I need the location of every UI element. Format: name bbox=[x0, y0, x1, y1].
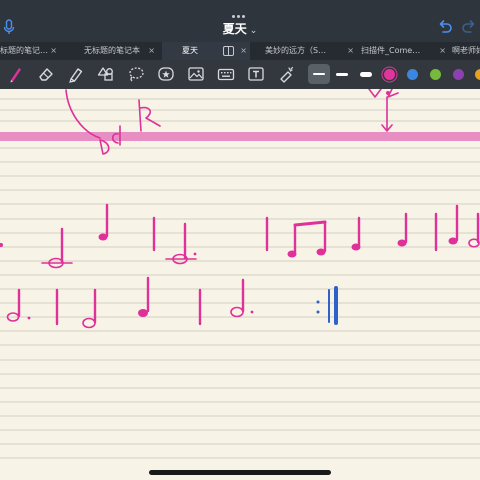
color-swatch-purple[interactable] bbox=[453, 69, 464, 80]
multitasking-handle[interactable] bbox=[232, 3, 248, 18]
tab-close-icon[interactable]: × bbox=[240, 42, 247, 60]
highlighter-icon[interactable] bbox=[66, 64, 86, 84]
thickness-medium[interactable] bbox=[331, 64, 353, 84]
ink-letter-d bbox=[99, 139, 110, 155]
home-indicator[interactable] bbox=[149, 470, 331, 475]
image-icon[interactable] bbox=[186, 64, 206, 84]
dotted-half-note-partial bbox=[6, 288, 31, 322]
split-view-icon[interactable] bbox=[223, 46, 234, 56]
half-note-with-ledger bbox=[41, 227, 73, 269]
tab-label: 标题的笔记… bbox=[0, 46, 48, 55]
eraser-icon[interactable] bbox=[36, 64, 56, 84]
thickness-thin[interactable] bbox=[308, 64, 330, 84]
tab-close-icon[interactable]: × bbox=[439, 42, 446, 60]
ink-letter-r bbox=[138, 99, 161, 132]
tab-bar: 标题的笔记… × 无标题的笔记本 × 夏天 × 美妙的远方（S… × 扫描件_C… bbox=[0, 42, 480, 60]
quarter-note bbox=[138, 276, 150, 317]
ink-arrow-marks bbox=[368, 89, 399, 98]
redo-icon[interactable] bbox=[460, 18, 478, 36]
goodnotes-app: 夏天⌄ 标题的笔记… × 无标题的笔记本 × 夏天 × 美妙的远方（S… × bbox=[0, 0, 480, 480]
ink-arrow-down bbox=[381, 96, 393, 132]
tab-label: 无标题的笔记本 bbox=[84, 46, 140, 55]
laser-pointer-icon[interactable] bbox=[276, 64, 296, 84]
quarter-note bbox=[351, 216, 361, 251]
highlight-band bbox=[0, 132, 480, 141]
note-page-canvas[interactable] bbox=[0, 89, 480, 480]
tab-teacher-hello[interactable]: 啊老师好 bbox=[446, 42, 480, 60]
thickness-thick[interactable] bbox=[355, 64, 377, 84]
color-swatch-green[interactable] bbox=[430, 69, 441, 80]
lasso-icon[interactable] bbox=[126, 64, 146, 84]
tab-label: 啊老师好 bbox=[452, 46, 480, 55]
pen-icon[interactable] bbox=[6, 64, 26, 84]
eighth-note-pair bbox=[287, 220, 327, 258]
quarter-note bbox=[98, 203, 109, 241]
color-swatch-pink[interactable] bbox=[384, 69, 395, 80]
tab-beautiful-distance[interactable]: 美妙的远方（S… × bbox=[259, 42, 357, 60]
dotted-half-note bbox=[230, 278, 254, 318]
tab-close-icon[interactable]: × bbox=[148, 42, 155, 60]
note-head-partial bbox=[0, 243, 3, 247]
title-bar: 夏天 ⌄ bbox=[0, 0, 480, 42]
quarter-note bbox=[448, 204, 459, 245]
tab-close-icon[interactable]: × bbox=[347, 42, 354, 60]
tab-label: 扫描件_Come… bbox=[361, 46, 421, 55]
keyboard-icon[interactable] bbox=[216, 64, 236, 84]
repeat-sign bbox=[316, 286, 338, 325]
undo-icon[interactable] bbox=[436, 18, 454, 36]
tab-notebook-2[interactable]: 无标题的笔记本 × bbox=[78, 42, 158, 60]
handwritten-music-notes bbox=[0, 203, 480, 329]
chevron-down-icon: ⌄ bbox=[249, 26, 258, 36]
tab-close-icon[interactable]: × bbox=[50, 42, 57, 60]
document-title-text: 夏天 bbox=[222, 22, 247, 36]
tab-scan-come[interactable]: 扫描件_Come… × bbox=[355, 42, 449, 60]
sticker-icon[interactable] bbox=[156, 64, 176, 84]
tab-notebook-1[interactable]: 标题的笔记… × bbox=[0, 42, 60, 60]
half-note bbox=[82, 288, 97, 329]
document-title[interactable]: 夏天 ⌄ bbox=[0, 20, 480, 37]
drawing-toolbar bbox=[0, 60, 480, 89]
color-swatch-orange[interactable] bbox=[475, 69, 480, 80]
ink-stroke bbox=[65, 89, 101, 139]
shapes-icon[interactable] bbox=[96, 64, 116, 84]
tab-label: 美妙的远方（S… bbox=[265, 46, 327, 55]
staff-lines bbox=[0, 98, 480, 459]
color-swatch-blue[interactable] bbox=[407, 69, 418, 80]
tab-summer[interactable]: 夏天 × bbox=[162, 42, 250, 60]
ink-dot bbox=[385, 91, 390, 96]
text-box-icon[interactable] bbox=[246, 64, 266, 84]
dotted-half-note-with-ledger bbox=[165, 222, 197, 265]
tab-label: 夏天 bbox=[182, 46, 198, 55]
